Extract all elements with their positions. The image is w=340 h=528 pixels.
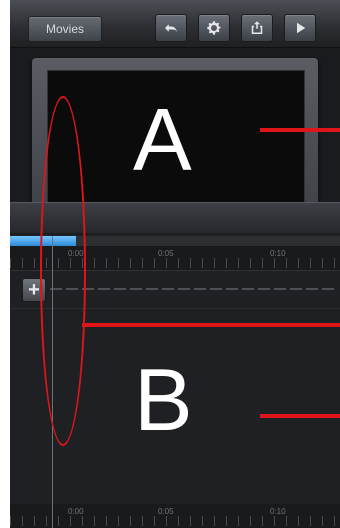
ruler-label-bottom-1: 0:00 <box>68 507 84 516</box>
timeline-ruler-bottom: 0:00 0:05 0:10 <box>10 504 340 528</box>
ruler-label-bottom-2: 0:05 <box>158 507 174 516</box>
settings-button[interactable] <box>198 14 230 42</box>
ruler-label-2: 0:05 <box>158 249 174 258</box>
annotation-label-a: A <box>133 90 192 189</box>
movies-back-button[interactable]: Movies <box>28 16 102 42</box>
annotation-line-mid <box>82 323 340 327</box>
top-toolbar: Movies <box>10 0 340 48</box>
play-button[interactable] <box>284 14 316 42</box>
ruler-label-bottom-3: 0:10 <box>270 507 286 516</box>
annotation-ellipse <box>40 96 86 446</box>
annotation-label-b: B <box>134 350 193 449</box>
undo-icon <box>165 24 177 34</box>
track-dashed-line <box>50 288 338 290</box>
annotation-line-a <box>260 128 340 132</box>
ruler-ticks-bottom <box>10 516 340 526</box>
app-frame: Movies 0:00 0:05 0:10 0:00 0:05 0:10 + A… <box>10 0 340 528</box>
share-icon <box>251 21 263 34</box>
gear-icon <box>207 21 221 35</box>
play-icon <box>297 22 306 34</box>
share-button[interactable] <box>241 14 273 42</box>
annotation-line-b <box>260 414 340 418</box>
ruler-label-3: 0:10 <box>270 249 286 258</box>
undo-button[interactable] <box>155 14 187 42</box>
